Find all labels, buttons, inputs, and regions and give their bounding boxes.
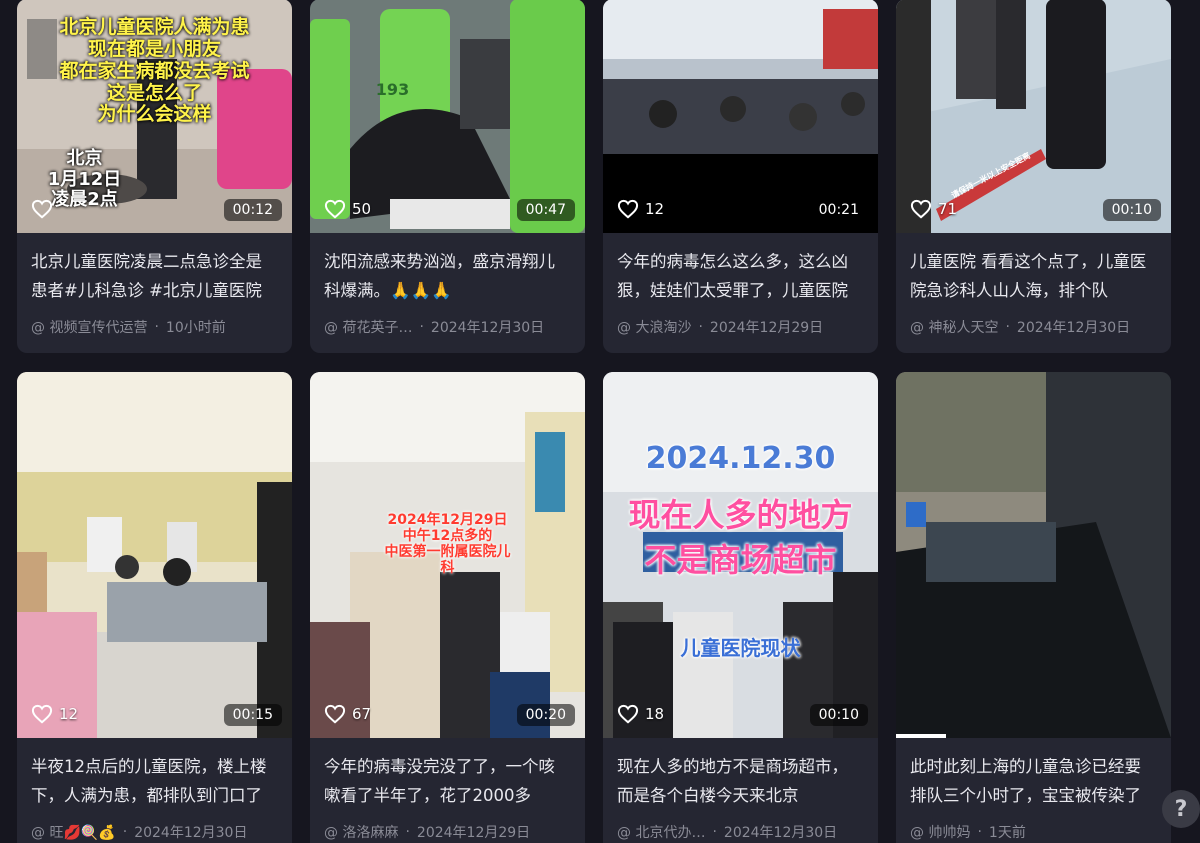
video-card[interactable]: 2024.12.30 现在人多的地方 不是商场超市 儿童医院现状 18 00:1…	[603, 372, 878, 843]
video-subline: @ 荷花英子… · 2024年12月30日	[324, 317, 545, 337]
video-card[interactable]: 北京儿童医院人满为患 现在都是小朋友 都在家生病都没去考试 这是怎么了 为什么会…	[17, 0, 292, 353]
video-time: 2024年12月30日	[430, 320, 545, 336]
video-thumbnail[interactable]: 193 50 00:47	[310, 0, 585, 233]
video-author[interactable]: @ 大浪淘沙	[617, 317, 691, 337]
video-title[interactable]: 沈阳流感来势汹汹，盛京滑翔儿科爆满。🙏🙏🙏	[324, 247, 571, 305]
video-card[interactable]: 193 50 00:47 沈阳流感来势汹汹，盛京滑翔儿科爆满。🙏🙏🙏 @ 荷花英…	[310, 0, 585, 353]
video-duration: 00:47	[516, 199, 575, 221]
video-time: 2024年12月30日	[723, 825, 838, 841]
video-time: 1天前	[988, 825, 1026, 841]
like-count[interactable]: 12	[617, 199, 664, 219]
video-meta: 今年的病毒没完没了了，一个咳嗽看了半年了，花了2000多 @ 洛洛麻麻 · 20…	[310, 738, 585, 843]
video-title[interactable]: 北京儿童医院凌晨二点急诊全是患者#儿科急诊 #北京儿童医院	[31, 247, 278, 305]
heart-outline-icon	[31, 704, 53, 724]
video-thumbnail[interactable]: 2024.12.30 现在人多的地方 不是商场超市 儿童医院现状 18 00:1…	[603, 372, 878, 738]
video-subline: @ 神秘人天空 · 2024年12月30日	[910, 317, 1131, 337]
thumbnail-image	[896, 372, 1171, 738]
heart-outline-icon	[324, 199, 346, 219]
video-thumbnail[interactable]: 2024年12月29日 中午12点多的 中医第一附属医院儿 科 67 00:20	[310, 372, 585, 738]
heart-outline-icon	[617, 199, 639, 219]
video-author[interactable]: @ 视频宣传代运营	[31, 317, 147, 337]
heart-outline-icon	[910, 199, 932, 219]
video-duration: 00:21	[818, 202, 859, 218]
video-card[interactable]: 12 00:15 半夜12点后的儿童医院，楼上楼下，人满为患，都排队到门口了 @…	[17, 372, 292, 843]
video-subline: @ 旺💋🍭💰 · 2024年12月30日	[31, 822, 248, 842]
video-thumbnail[interactable]: 12 00:15	[17, 372, 292, 738]
video-time: 10小时前	[165, 320, 226, 336]
video-meta: 今年的病毒怎么这么多，这么凶狠，娃娃们太受罪了，儿童医院 @ 大浪淘沙 · 20…	[603, 233, 878, 353]
video-duration: 00:20	[516, 704, 575, 726]
video-card[interactable]: 此时此刻上海的儿童急诊已经要排队三个小时了，宝宝被传染了 @ 帅帅妈 · 1天前	[896, 372, 1171, 843]
video-title[interactable]: 此时此刻上海的儿童急诊已经要排队三个小时了，宝宝被传染了	[910, 752, 1157, 810]
like-count[interactable]: 12	[31, 704, 78, 724]
video-duration: 00:10	[1102, 199, 1161, 221]
video-thumbnail[interactable]: 请保持一米以上安全距离 71 00:10	[896, 0, 1171, 233]
like-number: 12	[59, 705, 79, 723]
video-subline: @ 帅帅妈 · 1天前	[910, 822, 1026, 842]
thumbnail-image	[603, 372, 878, 738]
video-author[interactable]: @ 荷花英子…	[324, 317, 412, 337]
like-number: 12	[645, 200, 665, 218]
video-author[interactable]: @ 北京代办…	[617, 822, 705, 842]
video-subline: @ 洛洛麻麻 · 2024年12月29日	[324, 822, 531, 842]
video-subline: @ 视频宣传代运营 · 10小时前	[31, 317, 226, 337]
video-title[interactable]: 半夜12点后的儿童医院，楼上楼下，人满为患，都排队到门口了	[31, 752, 278, 810]
video-card[interactable]: 12 00:21 今年的病毒怎么这么多，这么凶狠，娃娃们太受罪了，儿童医院 @ …	[603, 0, 878, 353]
video-meta: 半夜12点后的儿童医院，楼上楼下，人满为患，都排队到门口了 @ 旺💋🍭💰 · 2…	[17, 738, 292, 843]
thumbnail-image	[17, 372, 292, 738]
video-meta: 此时此刻上海的儿童急诊已经要排队三个小时了，宝宝被传染了 @ 帅帅妈 · 1天前	[896, 738, 1171, 843]
video-thumbnail[interactable]: 12 00:21	[603, 0, 878, 233]
like-count[interactable]: 50	[324, 199, 371, 219]
video-meta: 现在人多的地方不是商场超市，而是各个白楼今天来北京 @ 北京代办… · 2024…	[603, 738, 878, 843]
video-time: 2024年12月29日	[709, 320, 824, 336]
heart-outline-icon	[617, 704, 639, 724]
video-author[interactable]: @ 帅帅妈	[910, 822, 970, 842]
like-count[interactable]	[31, 199, 59, 219]
like-count[interactable]: 71	[910, 199, 957, 219]
video-author[interactable]: @ 旺💋🍭💰	[31, 822, 116, 842]
video-subline: @ 大浪淘沙 · 2024年12月29日	[617, 317, 824, 337]
like-number: 71	[938, 200, 958, 218]
video-author[interactable]: @ 洛洛麻麻	[324, 822, 398, 842]
heart-outline-icon	[324, 704, 346, 724]
video-meta: 沈阳流感来势汹汹，盛京滑翔儿科爆满。🙏🙏🙏 @ 荷花英子… · 2024年12月…	[310, 233, 585, 353]
video-time: 2024年12月30日	[1016, 320, 1131, 336]
video-duration: 00:15	[223, 704, 282, 726]
video-title[interactable]: 今年的病毒没完没了了，一个咳嗽看了半年了，花了2000多	[324, 752, 571, 810]
like-count[interactable]: 67	[324, 704, 371, 724]
heart-outline-icon	[31, 199, 53, 219]
video-thumbnail[interactable]: 北京儿童医院人满为患 现在都是小朋友 都在家生病都没去考试 这是怎么了 为什么会…	[17, 0, 292, 233]
video-subline: @ 北京代办… · 2024年12月30日	[617, 822, 838, 842]
video-card[interactable]: 请保持一米以上安全距离 71 00:10 儿童医院 看看这个点了，儿童医院急诊科…	[896, 0, 1171, 353]
video-grid: 北京儿童医院人满为患 现在都是小朋友 都在家生病都没去考试 这是怎么了 为什么会…	[0, 0, 1200, 843]
video-title[interactable]: 今年的病毒怎么这么多，这么凶狠，娃娃们太受罪了，儿童医院	[617, 247, 864, 305]
video-card[interactable]: 2024年12月29日 中午12点多的 中医第一附属医院儿 科 67 00:20…	[310, 372, 585, 843]
video-duration: 00:10	[809, 704, 868, 726]
help-icon[interactable]: ?	[1162, 790, 1200, 828]
like-number: 67	[352, 705, 372, 723]
video-meta: 北京儿童医院凌晨二点急诊全是患者#儿科急诊 #北京儿童医院 @ 视频宣传代运营 …	[17, 233, 292, 353]
like-number: 50	[352, 200, 372, 218]
like-count[interactable]: 18	[617, 704, 664, 724]
like-number: 18	[645, 705, 665, 723]
thumbnail-image	[310, 372, 585, 738]
video-duration: 00:12	[223, 199, 282, 221]
video-title[interactable]: 儿童医院 看看这个点了，儿童医院急诊科人山人海，排个队	[910, 247, 1157, 305]
video-author[interactable]: @ 神秘人天空	[910, 317, 998, 337]
video-title[interactable]: 现在人多的地方不是商场超市，而是各个白楼今天来北京	[617, 752, 864, 810]
video-thumbnail[interactable]	[896, 372, 1171, 738]
video-time: 2024年12月29日	[416, 825, 531, 841]
video-meta: 儿童医院 看看这个点了，儿童医院急诊科人山人海，排个队 @ 神秘人天空 · 20…	[896, 233, 1171, 353]
video-time: 2024年12月30日	[134, 825, 248, 841]
